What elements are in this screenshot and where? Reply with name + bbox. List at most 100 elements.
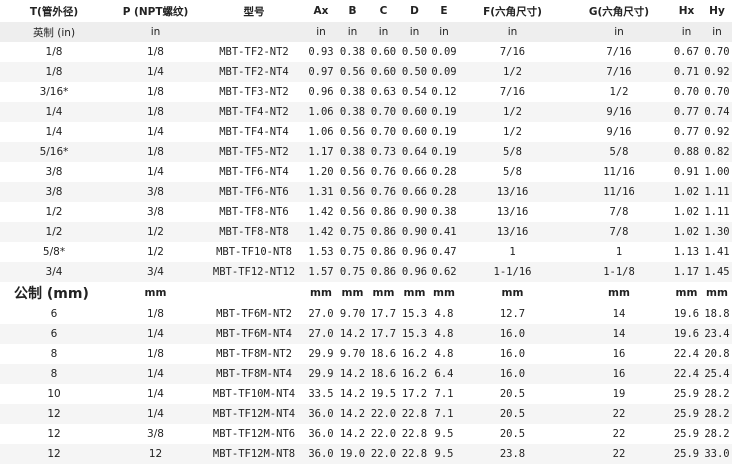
table-cell: 0.97 (305, 62, 337, 82)
table-cell: 16.0 (458, 344, 567, 364)
table-cell: 14 (567, 304, 671, 324)
unit-cell (203, 22, 305, 42)
table-cell: 0.38 (337, 42, 368, 62)
table-cell: 1/4 (108, 324, 203, 344)
table-cell: 1.13 (671, 242, 702, 262)
table-cell: 0.50 (399, 62, 430, 82)
table-row: 8 1/8 MBT-TF8M-NT2 29.9 9.70 18.6 16.2 4.8 16.0 1… (0, 344, 732, 364)
table-cell: 20.5 (458, 424, 567, 444)
unit-cell (203, 282, 305, 304)
table-cell: 14.2 (337, 404, 368, 424)
table-cell: 22.0 (368, 444, 399, 464)
table-cell: 1/2 (567, 82, 671, 102)
table-cell: 1 (458, 242, 567, 262)
table-cell: MBT-TF6M-NT4 (203, 324, 305, 344)
unit-cell: in (567, 22, 671, 42)
table-cell: 1/2 (0, 222, 108, 242)
table-cell: 12 (108, 444, 203, 464)
table-cell: 12 (0, 424, 108, 444)
table-cell: 0.77 (671, 102, 702, 122)
table-cell: 3/16* (0, 82, 108, 102)
unit-cell: mm (108, 282, 203, 304)
table-cell: 16.0 (458, 324, 567, 344)
table-cell: MBT-TF6M-NT2 (203, 304, 305, 324)
table-cell: 12.7 (458, 304, 567, 324)
table-cell: 0.60 (368, 62, 399, 82)
table-cell: 1.06 (305, 122, 337, 142)
table-cell: 16 (567, 364, 671, 384)
unit-cell: mm (368, 282, 399, 304)
table-cell: 7/16 (458, 42, 567, 62)
table-cell: 9.70 (337, 344, 368, 364)
table-cell: MBT-TF2-NT4 (203, 62, 305, 82)
table-cell: 1.31 (305, 182, 337, 202)
table-cell: 0.76 (368, 162, 399, 182)
table-cell: 14.2 (337, 364, 368, 384)
metric-units-row: 公制 (mm) mm mm mm mm mm mm mm mm mm mm (0, 282, 732, 304)
table-row: 5/16* 1/8 MBT-TF5-NT2 1.17 0.38 0.73 0.64 0.19 5… (0, 142, 732, 162)
unit-cell: in (399, 22, 430, 42)
table-cell: 0.82 (702, 142, 732, 162)
table-cell: 25.9 (671, 424, 702, 444)
table-cell: 36.0 (305, 404, 337, 424)
table-cell: 1/8 (108, 102, 203, 122)
table-cell: 13/16 (458, 182, 567, 202)
table-cell: 13/16 (458, 222, 567, 242)
table-cell: 0.86 (368, 222, 399, 242)
table-cell: 20.8 (702, 344, 732, 364)
table-cell: 19.5 (368, 384, 399, 404)
table-cell: 1/2 (458, 122, 567, 142)
table-cell: 6 (0, 304, 108, 324)
table-cell: 20.5 (458, 404, 567, 424)
table-cell: 9.5 (430, 424, 458, 444)
table-cell: 17.7 (368, 304, 399, 324)
table-cell: 36.0 (305, 444, 337, 464)
table-cell: 0.86 (368, 202, 399, 222)
table-cell: 23.8 (458, 444, 567, 464)
table-cell: 3/4 (108, 262, 203, 282)
table-cell: 0.75 (337, 222, 368, 242)
table-cell: 0.92 (702, 122, 732, 142)
table-cell: MBT-TF12M-NT8 (203, 444, 305, 464)
table-cell: 1.00 (702, 162, 732, 182)
table-cell: 6 (0, 324, 108, 344)
table-cell: 0.66 (399, 162, 430, 182)
table-row: 3/8 1/4 MBT-TF6-NT4 1.20 0.56 0.76 0.66 0.28 5/8… (0, 162, 732, 182)
table-cell: 1/4 (0, 122, 108, 142)
unit-cell: 公制 (mm) (0, 282, 108, 304)
table-cell: 1/4 (0, 102, 108, 122)
table-cell: 0.56 (337, 122, 368, 142)
table-cell: 0.70 (702, 82, 732, 102)
table-cell: 5/8 (458, 142, 567, 162)
table-cell: 0.09 (430, 62, 458, 82)
table-cell: 0.56 (337, 162, 368, 182)
table-cell: 4.8 (430, 304, 458, 324)
table-cell: MBT-TF8M-NT2 (203, 344, 305, 364)
table-cell: 0.70 (702, 42, 732, 62)
table-cell: 19.6 (671, 304, 702, 324)
table-row: 12 12 MBT-TF12M-NT8 36.0 19.0 22.0 22.8 9.5 23.8… (0, 444, 732, 464)
table-cell: 33.5 (305, 384, 337, 404)
table-cell: 1/8 (0, 62, 108, 82)
table-cell: 0.62 (430, 262, 458, 282)
table-cell: 16.2 (399, 364, 430, 384)
table-cell: 0.75 (337, 262, 368, 282)
table-cell: MBT-TF5-NT2 (203, 142, 305, 162)
unit-cell: in (702, 22, 732, 42)
table-cell: 6.4 (430, 364, 458, 384)
table-cell: 27.0 (305, 324, 337, 344)
unit-cell: in (108, 22, 203, 42)
table-cell: 0.75 (337, 242, 368, 262)
table-row: 1/2 3/8 MBT-TF8-NT6 1.42 0.56 0.86 0.90 0.38 13/… (0, 202, 732, 222)
column-header: B (337, 0, 368, 22)
unit-cell: mm (305, 282, 337, 304)
table-cell: 0.60 (368, 42, 399, 62)
unit-cell: mm (458, 282, 567, 304)
table-row: 5/8* 1/2 MBT-TF10-NT8 1.53 0.75 0.86 0.96 0.47 1… (0, 242, 732, 262)
table-cell: 9.70 (337, 304, 368, 324)
table-cell: 0.50 (399, 42, 430, 62)
table-cell: 16 (567, 344, 671, 364)
table-cell: 1.06 (305, 102, 337, 122)
table-cell: 0.56 (337, 62, 368, 82)
table-cell: 22.4 (671, 364, 702, 384)
